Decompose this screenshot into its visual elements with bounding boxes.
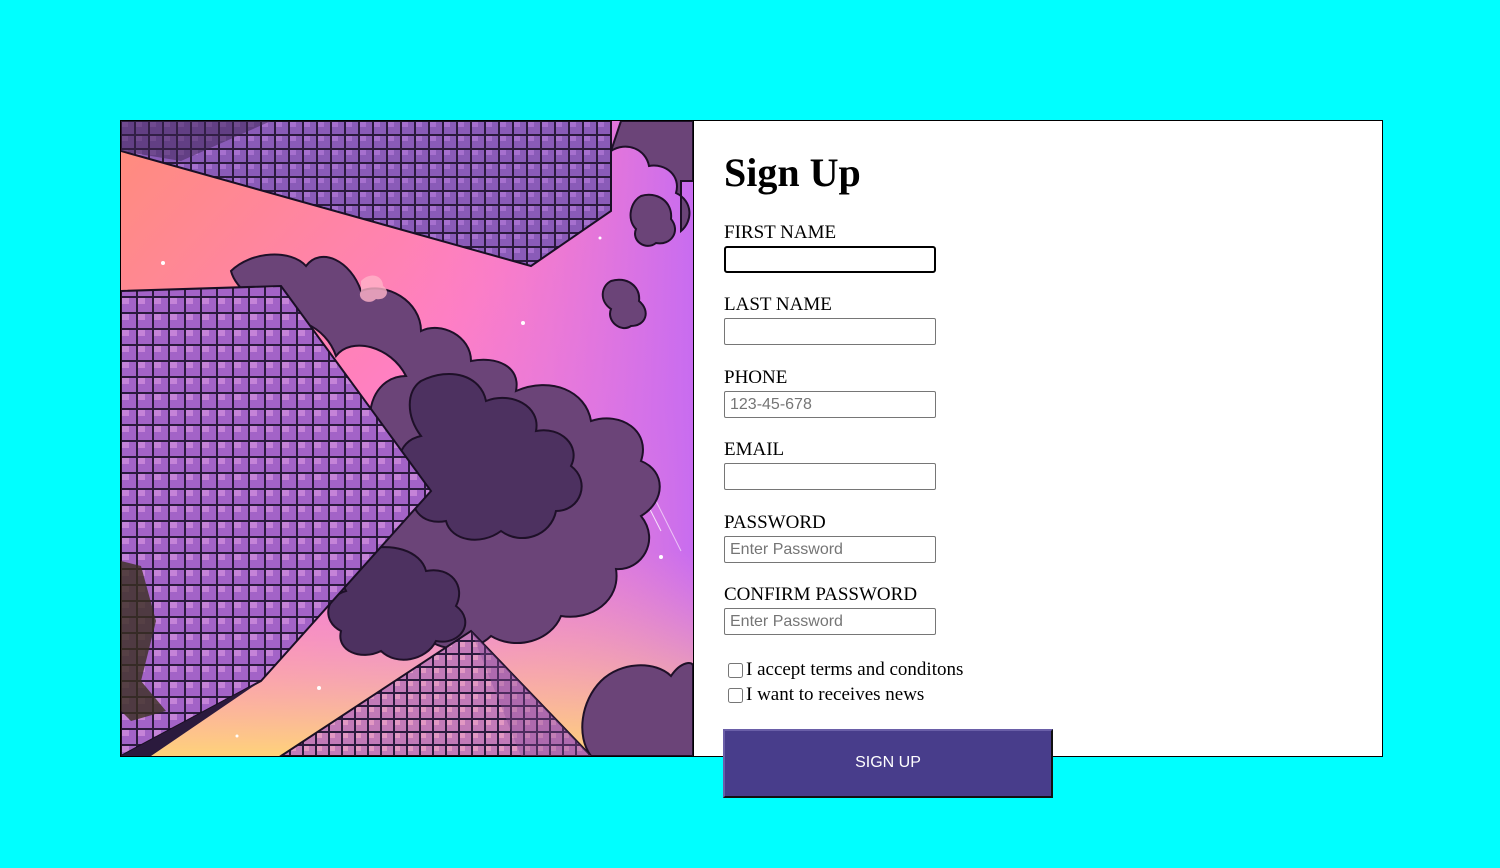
password-label: PASSWORD (724, 512, 826, 533)
phone-field[interactable] (724, 391, 936, 418)
first-name-label: FIRST NAME (724, 222, 837, 243)
news-row: I want to receives news (728, 684, 924, 706)
phone-label: PHONE (724, 367, 788, 388)
terms-checkbox[interactable] (728, 662, 743, 678)
last-name-label: LAST NAME (724, 294, 832, 315)
sign-up-button[interactable]: SIGN UP (723, 729, 1053, 798)
email-field[interactable] (724, 463, 936, 490)
terms-row: I accept terms and conditons (728, 659, 963, 681)
confirm-password-label: CONFIRM PASSWORD (724, 584, 918, 605)
terms-label: I accept terms and conditons (746, 659, 964, 680)
city-skyline-illustration (121, 121, 694, 756)
page-title: Sign Up (724, 150, 861, 195)
password-field[interactable] (724, 536, 936, 563)
news-label: I want to receives news (746, 684, 925, 705)
confirm-password-field[interactable] (724, 608, 936, 635)
first-name-field[interactable] (724, 246, 936, 273)
email-label: EMAIL (724, 439, 785, 460)
news-checkbox[interactable] (728, 687, 743, 703)
last-name-field[interactable] (724, 318, 936, 345)
signup-card: Sign Up FIRST NAME LAST NAME PHONE EMAIL… (120, 120, 1383, 757)
